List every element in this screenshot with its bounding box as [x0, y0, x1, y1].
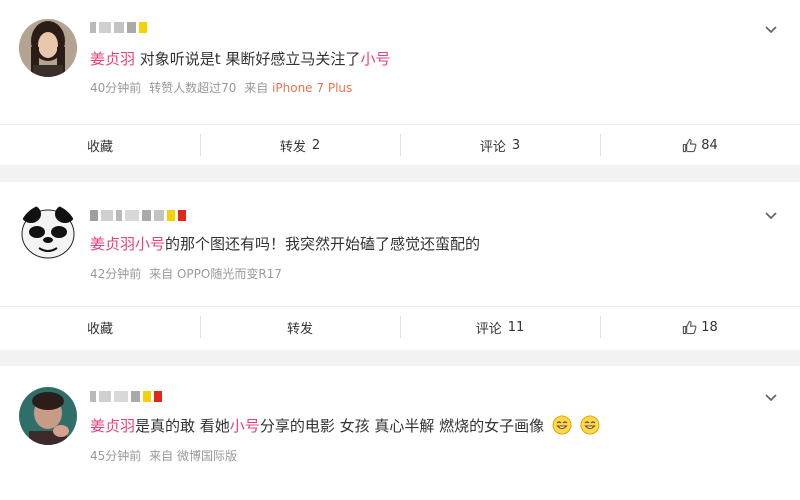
source-label: 来自	[149, 267, 174, 281]
favorite-button[interactable]: 收藏	[0, 307, 200, 347]
comment-label: 评论	[479, 139, 506, 155]
post-text: 是真的敢 看她	[135, 417, 230, 435]
redacted-block	[90, 390, 96, 402]
vip-badge	[139, 21, 147, 33]
highlight-link[interactable]: 小号	[230, 417, 260, 435]
mention-link[interactable]: 姜贞羽	[90, 235, 135, 253]
username-redacted[interactable]	[90, 389, 162, 403]
favorite-label: 收藏	[86, 321, 113, 337]
source-label: 来自	[244, 81, 269, 95]
avatar[interactable]	[19, 387, 77, 445]
comment-button[interactable]: 评论 11	[400, 307, 600, 347]
chevron-down-icon[interactable]	[764, 390, 778, 404]
redacted-block	[114, 390, 128, 402]
username-redacted[interactable]	[90, 20, 147, 34]
redacted-block	[125, 209, 139, 221]
device-link[interactable]: OPPO随光而变R17	[177, 267, 282, 281]
redacted-block	[99, 21, 111, 33]
post-info: 转赞人数超过70	[149, 81, 237, 95]
post-text: 的那个图还有吗！我突然开始磕了感觉还蛮配的	[165, 235, 481, 253]
redacted-block	[127, 21, 136, 33]
post-body: 姜贞羽 对象听说是t 果断好感立马关注了小号 40分钟前 转赞人数超过70 来自…	[0, 0, 800, 124]
thumbs-up-icon	[683, 320, 697, 334]
post-text: 对象听说是t 果断好感立马关注了	[135, 50, 361, 68]
avatar-image	[19, 204, 77, 262]
redacted-block	[114, 21, 124, 33]
comment-count: 3	[511, 137, 521, 153]
redacted-block	[101, 209, 113, 221]
redacted-block	[90, 209, 98, 221]
chevron-down-icon[interactable]	[764, 22, 778, 36]
post-time[interactable]: 40分钟前	[90, 81, 141, 95]
source-label: 来自	[149, 449, 174, 463]
post-2: 姜贞羽小号的那个图还有吗！我突然开始磕了感觉还蛮配的 42分钟前 来自 OPPO…	[0, 182, 800, 350]
comment-button[interactable]: 评论 3	[400, 125, 600, 165]
post-content: 姜贞羽是真的敢 看她小号分享的电影 女孩 真心半解 燃烧的女子画像	[90, 414, 600, 438]
post-content: 姜贞羽小号的那个图还有吗！我突然开始磕了感觉还蛮配的	[90, 232, 480, 256]
chevron-down-icon[interactable]	[764, 208, 778, 222]
highlight-link[interactable]: 小号	[135, 235, 165, 253]
redacted-block	[99, 390, 111, 402]
vip-badge	[143, 390, 151, 402]
post-time[interactable]: 42分钟前	[90, 267, 141, 281]
vip-badge	[167, 209, 175, 221]
redacted-block	[154, 209, 164, 221]
redacted-block	[90, 21, 96, 33]
smile-emoji-icon	[552, 415, 572, 435]
action-bar: 收藏 转发 2 评论 3 84	[0, 124, 800, 165]
post-text-2: 分享的电影 女孩 真心半解 燃烧的女子画像	[259, 417, 545, 435]
avatar-image	[19, 19, 77, 77]
post-content: 姜贞羽 对象听说是t 果断好感立马关注了小号	[90, 47, 390, 71]
avatar-image	[19, 387, 77, 445]
mention-link[interactable]: 姜贞羽	[90, 50, 135, 68]
device-link[interactable]: iPhone 7 Plus	[272, 81, 352, 95]
like-button[interactable]: 84	[600, 125, 800, 165]
avatar[interactable]	[19, 204, 77, 262]
post-body: 姜贞羽小号的那个图还有吗！我突然开始磕了感觉还蛮配的 42分钟前 来自 OPPO…	[0, 182, 800, 306]
vip-badge	[154, 390, 162, 402]
thumbs-up-icon	[683, 138, 697, 152]
vip-badge	[178, 209, 186, 221]
post-time[interactable]: 45分钟前	[90, 449, 141, 463]
repost-count: 2	[311, 137, 321, 153]
action-bar: 收藏 转发 评论 11 18	[0, 306, 800, 347]
like-count: 18	[701, 319, 718, 335]
favorite-button[interactable]: 收藏	[0, 125, 200, 165]
highlight-link[interactable]: 小号	[360, 50, 390, 68]
redacted-block	[142, 209, 151, 221]
post-1: 姜贞羽 对象听说是t 果断好感立马关注了小号 40分钟前 转赞人数超过70 来自…	[0, 0, 800, 165]
like-count: 84	[701, 137, 718, 153]
smile-emoji-icon	[580, 415, 600, 435]
repost-label: 转发	[286, 321, 313, 337]
avatar[interactable]	[19, 19, 77, 77]
mention-link[interactable]: 姜贞羽	[90, 417, 135, 435]
username-redacted[interactable]	[90, 208, 186, 222]
repost-button[interactable]: 转发	[200, 307, 400, 347]
comment-count: 11	[507, 319, 525, 335]
repost-label: 转发	[279, 139, 306, 155]
weibo-feed: 姜贞羽 对象听说是t 果断好感立马关注了小号 40分钟前 转赞人数超过70 来自…	[0, 0, 800, 500]
repost-button[interactable]: 转发 2	[200, 125, 400, 165]
redacted-block	[116, 209, 122, 221]
favorite-label: 收藏	[86, 139, 113, 155]
post-meta: 45分钟前 来自 微博国际版	[90, 447, 237, 464]
post-body: 姜贞羽是真的敢 看她小号分享的电影 女孩 真心半解 燃烧的女子画像 45分钟前 …	[0, 366, 800, 490]
device-link[interactable]: 微博国际版	[177, 449, 237, 463]
comment-label: 评论	[475, 321, 502, 337]
post-meta: 40分钟前 转赞人数超过70 来自 iPhone 7 Plus	[90, 79, 352, 96]
redacted-block	[131, 390, 140, 402]
post-3: 姜贞羽是真的敢 看她小号分享的电影 女孩 真心半解 燃烧的女子画像 45分钟前 …	[0, 366, 800, 500]
like-button[interactable]: 18	[600, 307, 800, 347]
post-meta: 42分钟前 来自 OPPO随光而变R17	[90, 265, 282, 282]
